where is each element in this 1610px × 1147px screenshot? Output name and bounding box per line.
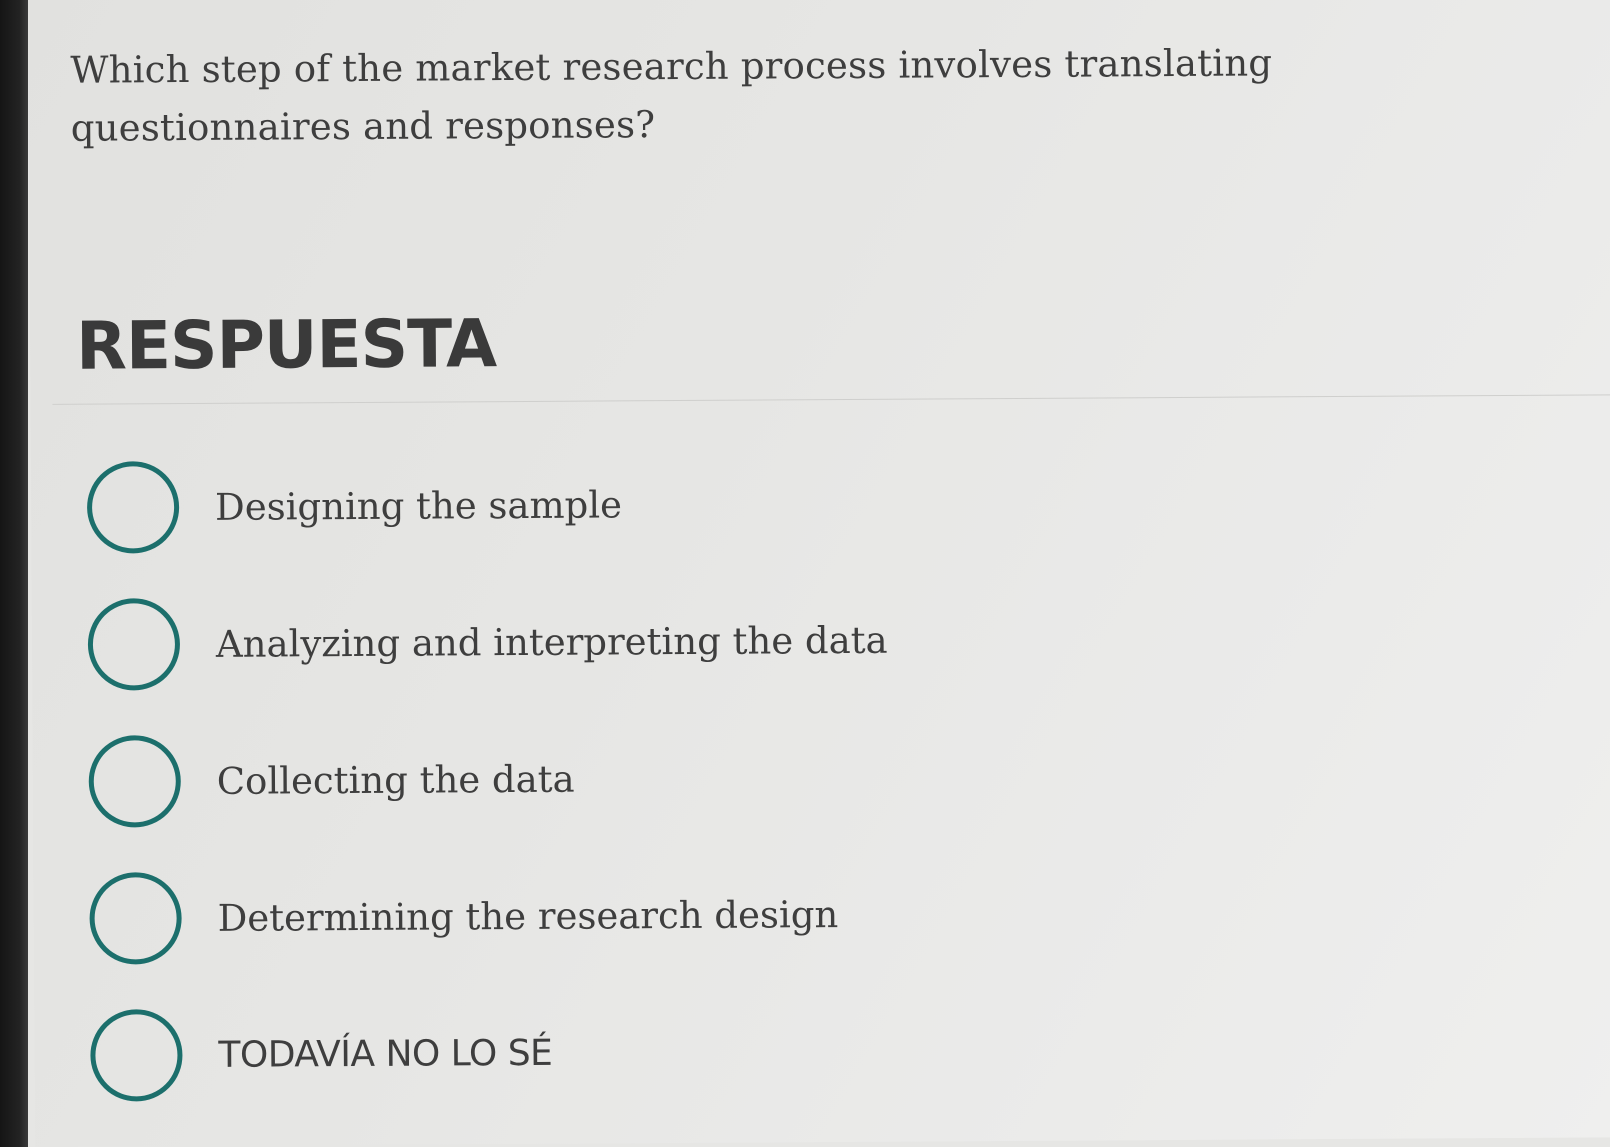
option-collecting-data[interactable]: Collecting the data [88, 733, 575, 828]
option-label: Analyzing and interpreting the data [215, 618, 888, 666]
option-designing-sample[interactable]: Designing the sample [86, 458, 623, 554]
option-research-design[interactable]: Determining the research design [89, 868, 838, 965]
option-label: Determining the research design [217, 892, 839, 940]
radio-button[interactable] [87, 598, 181, 691]
option-analyzing-data[interactable]: Analyzing and interpreting the data [87, 594, 888, 691]
radio-button[interactable] [89, 872, 182, 965]
answer-heading: RESPUESTA [75, 305, 497, 385]
option-label: Collecting the data [216, 757, 575, 803]
quiz-screen: Which step of the market research proces… [28, 0, 1610, 1147]
radio-button[interactable] [88, 735, 182, 828]
option-dont-know[interactable]: TODAVÍA NO LO SÉ [90, 1007, 552, 1102]
screen-bezel [0, 0, 28, 1147]
radio-button[interactable] [90, 1009, 183, 1102]
section-divider [52, 394, 1610, 405]
radio-button[interactable] [86, 461, 180, 554]
option-label: TODAVÍA NO LO SÉ [218, 1032, 553, 1076]
question-text: Which step of the market research proces… [70, 41, 1273, 150]
option-label: Designing the sample [214, 482, 623, 529]
